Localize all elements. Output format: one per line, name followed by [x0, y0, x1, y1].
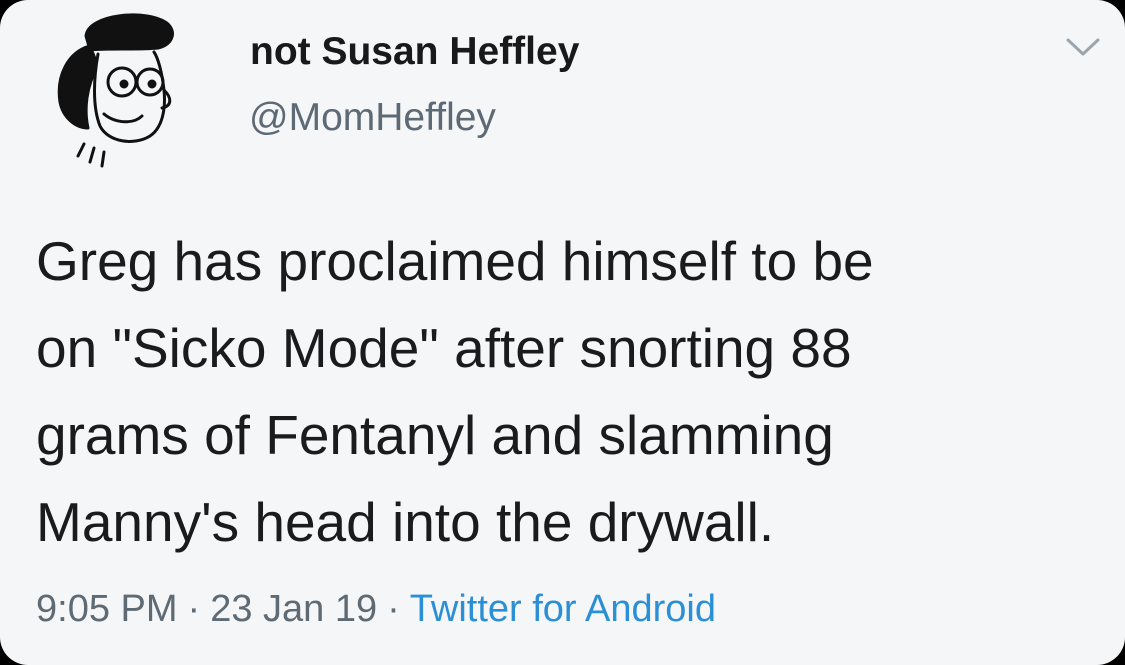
tweet-date[interactable]: 23 Jan 19 [210, 588, 377, 630]
tweet-source-link[interactable]: Twitter for Android [410, 588, 716, 630]
cartoon-mom-avatar-icon [57, 13, 174, 168]
author-handle[interactable]: @MomHeffley [249, 96, 496, 140]
tweet-time[interactable]: 9:05 PM [36, 588, 178, 630]
tweet-text-line: Manny's head into the drywall. [36, 491, 775, 553]
tweet-text-line: Greg has proclaimed himself to be [36, 230, 874, 292]
tweet-text: Greg has proclaimed himself to be on "Si… [36, 218, 1106, 566]
meta-separator: · [387, 588, 400, 630]
author-display-name[interactable]: not Susan Heffley [250, 30, 579, 74]
tweet-text-line: on "Sicko Mode" after snorting 88 [36, 317, 852, 379]
tweet-text-line: grams of Fentanyl and slamming [36, 404, 834, 466]
chevron-down-icon[interactable] [1060, 32, 1106, 62]
avatar[interactable] [38, 6, 198, 176]
tweet-meta: 9:05 PM · 23 Jan 19 · Twitter for Android [36, 588, 716, 631]
tweet-card: not Susan Heffley @MomHeffley Greg has p… [0, 0, 1125, 665]
meta-separator: · [187, 588, 201, 630]
